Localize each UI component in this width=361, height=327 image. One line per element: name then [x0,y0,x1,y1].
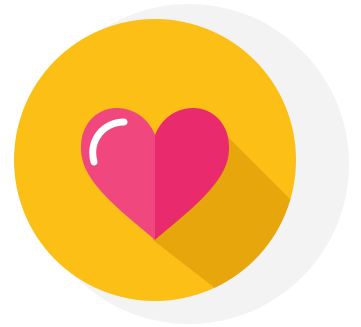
heart-badge [0,0,361,327]
heart-badge-graphic [14,4,349,324]
